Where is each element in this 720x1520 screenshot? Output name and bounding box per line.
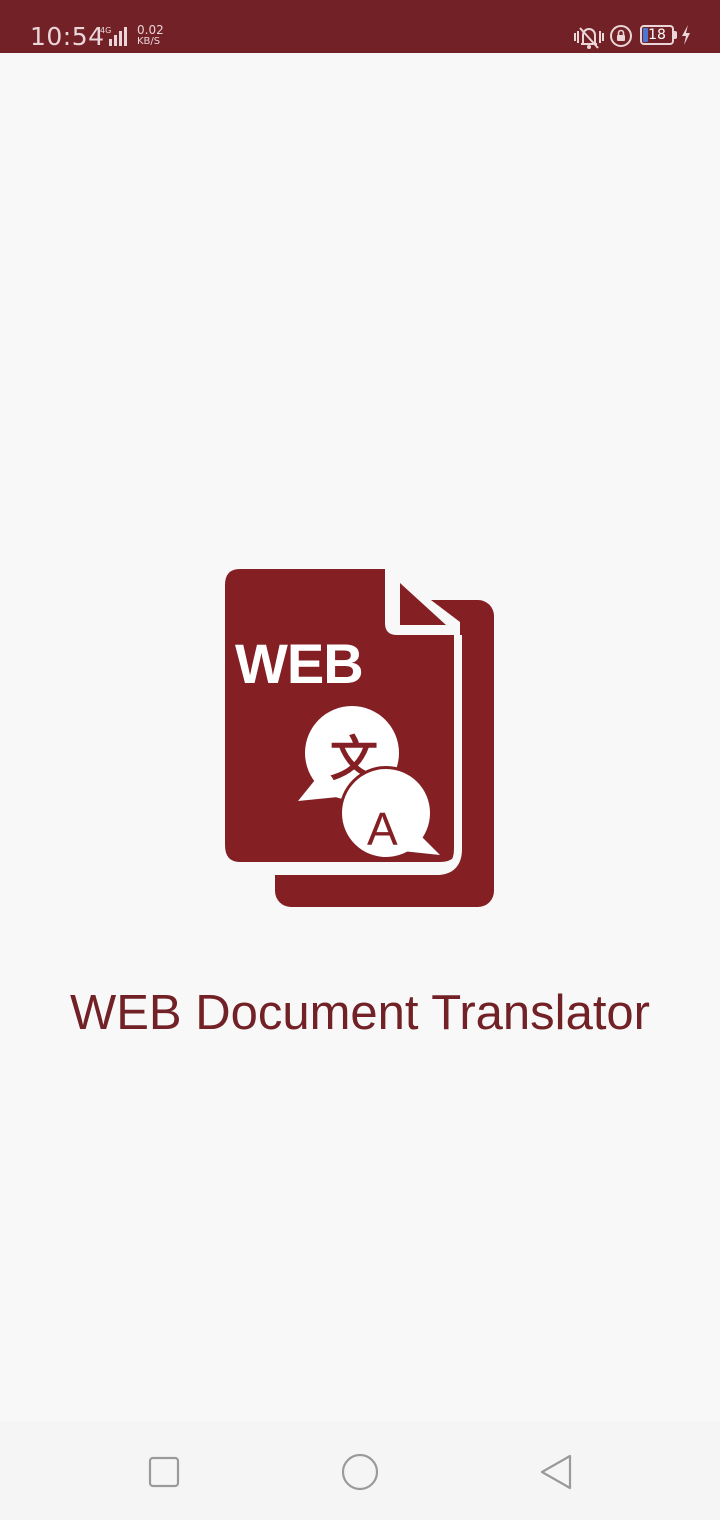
network-speed-unit: KB/S [137,36,161,47]
network-speed: 0.02 KB/S [137,24,173,48]
navigation-bar [0,1422,720,1520]
battery-tip [674,31,677,39]
vibrate-icon [574,27,604,49]
back-button[interactable] [536,1452,576,1492]
home-button[interactable] [340,1452,380,1492]
splash-screen: 10:54 4G 0.02 KB/S 18 WEB 文 A WEB Docume… [0,0,720,1520]
battery-icon: 18 [640,25,674,45]
back-triangle-icon [540,1454,572,1490]
app-title: WEB Document Translator [69,986,651,1040]
translate-glyph-bottom: A [367,803,398,855]
app-logo: WEB 文 A [220,569,494,907]
battery-level: 18 [648,27,666,43]
circle-icon [341,1453,379,1491]
signal-icon: 4G [100,26,127,46]
status-bar: 10:54 4G 0.02 KB/S 18 [0,0,720,53]
logo-web-text: WEB [235,632,363,695]
square-icon [148,1456,180,1488]
rotation-lock-icon [610,25,632,47]
recent-apps-button[interactable] [144,1452,184,1492]
charging-icon [682,25,690,45]
network-type-label: 4G [100,26,111,35]
status-time: 10:54 [30,22,105,51]
network-speed-value: 0.02 [137,23,164,37]
